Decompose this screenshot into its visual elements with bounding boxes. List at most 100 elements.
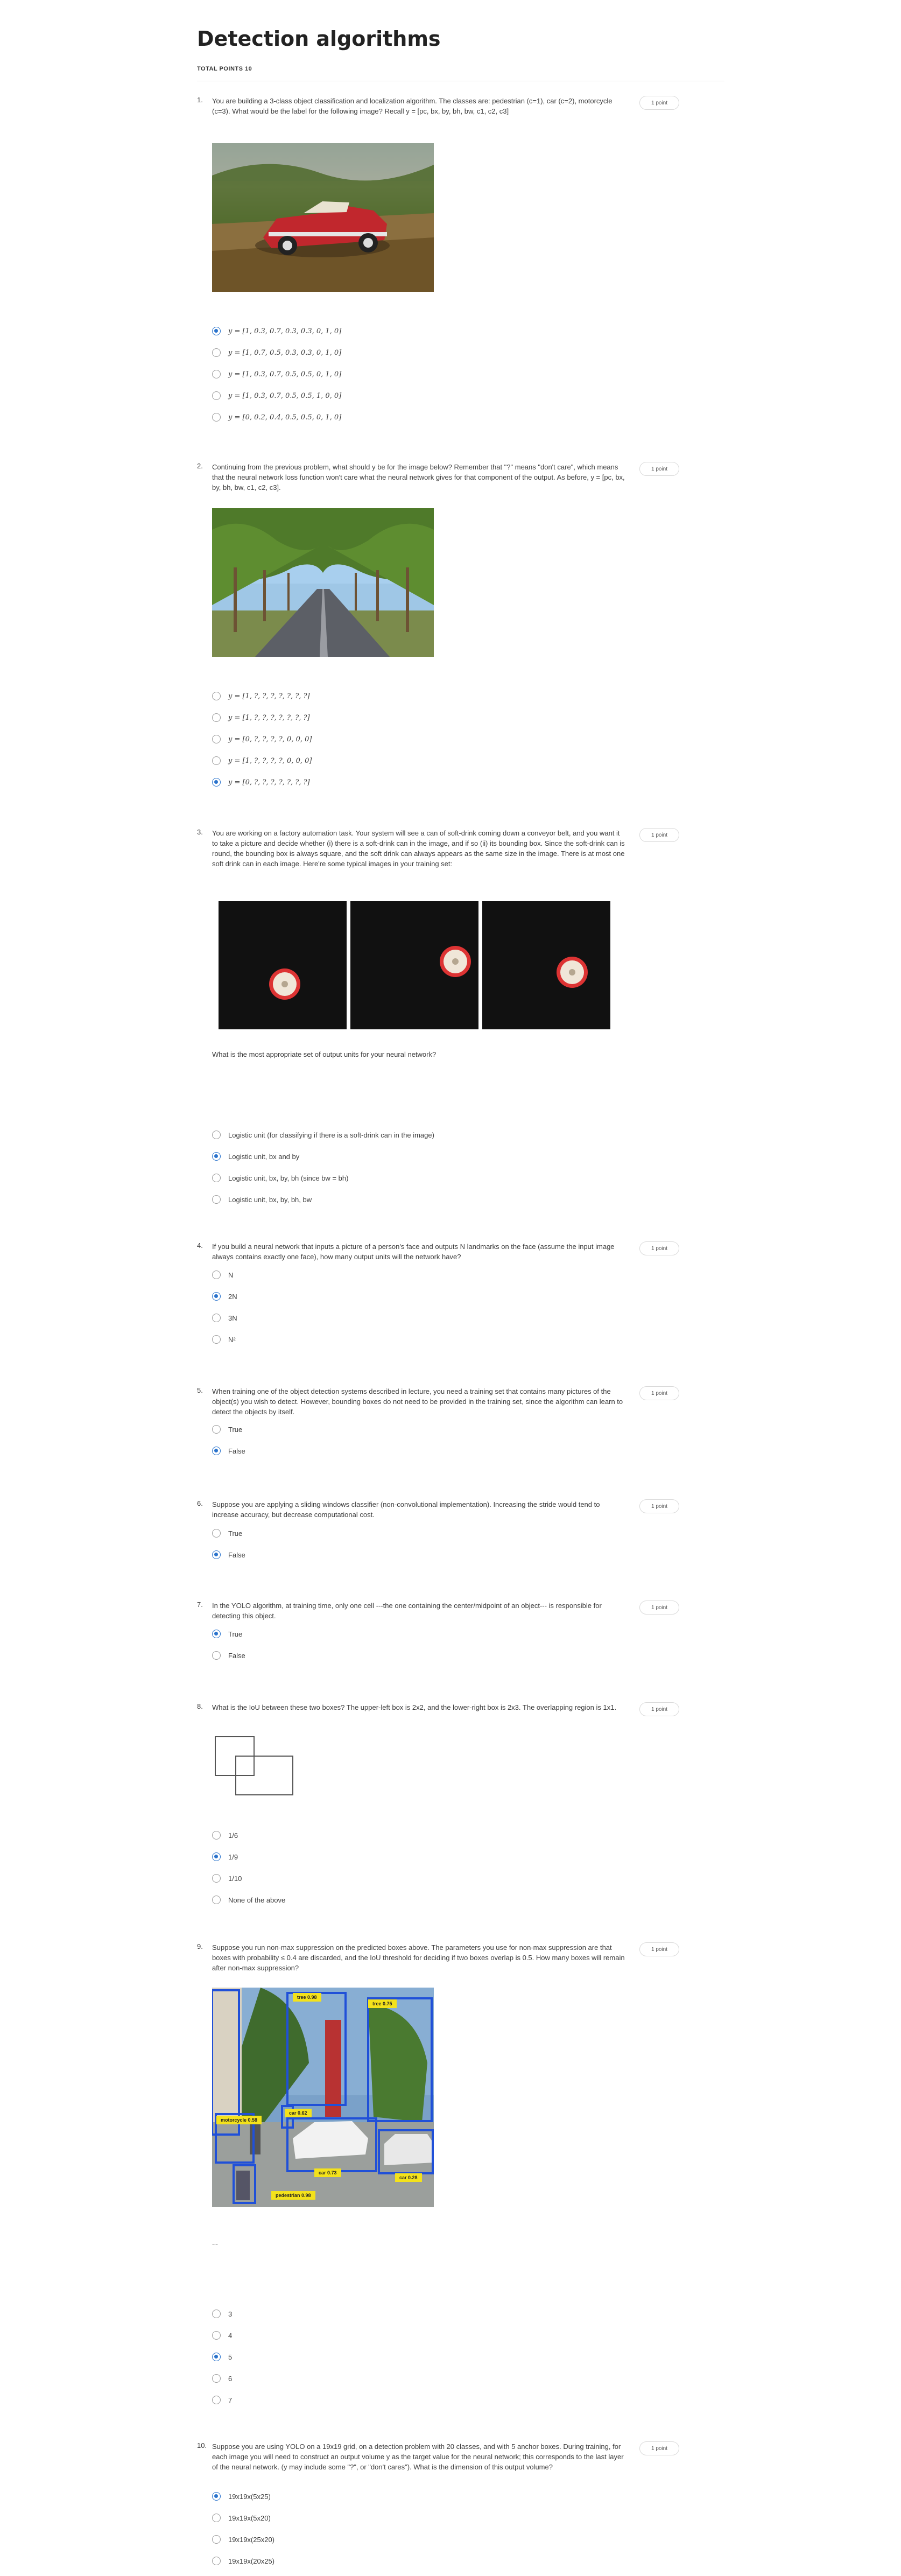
points-badge: 1 point bbox=[639, 1942, 679, 1956]
option-4[interactable]: 6 bbox=[212, 2372, 232, 2385]
question-number: 2. bbox=[197, 462, 203, 470]
option-4[interactable]: N² bbox=[212, 1333, 237, 1346]
option-label: 1/9 bbox=[228, 1852, 238, 1861]
radio-button[interactable] bbox=[212, 391, 221, 400]
radio-button[interactable] bbox=[212, 756, 221, 765]
option-2[interactable]: y = [1, ?, ?, ?, ?, ?, ?, ?] bbox=[212, 711, 312, 724]
option-1[interactable]: y = [1, 0.3, 0.7, 0.3, 0.3, 0, 1, 0] bbox=[212, 325, 341, 338]
option-1[interactable]: True bbox=[212, 1423, 245, 1436]
option-1[interactable]: True bbox=[212, 1627, 245, 1640]
radio-button[interactable] bbox=[212, 1314, 221, 1322]
radio-button[interactable] bbox=[212, 713, 221, 722]
option-2[interactable]: False bbox=[212, 1444, 245, 1457]
option-2[interactable]: 2N bbox=[212, 1290, 237, 1303]
option-2[interactable]: False bbox=[212, 1649, 245, 1662]
option-4[interactable]: y = [1, ?, ?, ?, ?, 0, 0, 0] bbox=[212, 754, 312, 767]
option-5[interactable]: y = [0, ?, ?, ?, ?, ?, ?, ?] bbox=[212, 776, 312, 789]
radio-button[interactable] bbox=[212, 735, 221, 743]
radio-button[interactable] bbox=[212, 1425, 221, 1434]
option-3[interactable]: y = [1, 0.3, 0.7, 0.5, 0.5, 0, 1, 0] bbox=[212, 368, 341, 381]
radio-button-selected[interactable] bbox=[212, 1550, 221, 1559]
option-1[interactable]: 1/6 bbox=[212, 1829, 285, 1842]
radio-button[interactable] bbox=[212, 1831, 221, 1840]
radio-button-selected[interactable] bbox=[212, 1447, 221, 1455]
points-badge: 1 point bbox=[639, 2441, 679, 2455]
red-vintage-car-photo bbox=[212, 143, 434, 292]
option-1[interactable]: Logistic unit (for classifying if there … bbox=[212, 1128, 434, 1141]
question-number: 1. bbox=[197, 96, 203, 104]
radio-button[interactable] bbox=[212, 2514, 221, 2522]
radio-button-selected[interactable] bbox=[212, 1630, 221, 1638]
question-text: In the YOLO algorithm, at training time,… bbox=[212, 1602, 602, 1620]
radio-button-selected[interactable] bbox=[212, 1852, 221, 1861]
option-4[interactable]: Logistic unit, bx, by, bh, bw bbox=[212, 1193, 434, 1206]
radio-button[interactable] bbox=[212, 1174, 221, 1182]
option-2[interactable]: 1/9 bbox=[212, 1850, 285, 1863]
radio-button[interactable] bbox=[212, 1529, 221, 1538]
radio-button[interactable] bbox=[212, 1195, 221, 1204]
question-text: Continuing from the previous problem, wh… bbox=[212, 463, 625, 492]
option-label: N bbox=[228, 1271, 234, 1279]
points-badge: 1 point bbox=[639, 1499, 679, 1513]
answer-options: 19x19x(5x25) 19x19x(5x20) 19x19x(25x20) … bbox=[212, 2490, 274, 2576]
radio-button-selected[interactable] bbox=[212, 778, 221, 787]
option-2[interactable]: 19x19x(5x20) bbox=[212, 2511, 274, 2524]
radio-button-selected[interactable] bbox=[212, 2492, 221, 2501]
radio-button[interactable] bbox=[212, 1335, 221, 1344]
option-3[interactable]: 3N bbox=[212, 1311, 237, 1324]
option-3[interactable]: 19x19x(25x20) bbox=[212, 2533, 274, 2546]
answer-options: True False bbox=[212, 1627, 245, 1670]
question-number: 3. bbox=[197, 828, 203, 836]
soft-drink-can-image-3 bbox=[482, 901, 610, 1029]
option-1[interactable]: True bbox=[212, 1527, 245, 1540]
question-text: When training one of the object detectio… bbox=[212, 1387, 623, 1416]
radio-button-selected[interactable] bbox=[212, 327, 221, 335]
points-badge: 1 point bbox=[639, 462, 679, 476]
option-3[interactable]: Logistic unit, bx, by, bh (since bw = bh… bbox=[212, 1171, 434, 1184]
option-2[interactable]: y = [1, 0.7, 0.5, 0.3, 0.3, 0, 1, 0] bbox=[212, 346, 341, 359]
radio-button-selected[interactable] bbox=[212, 1152, 221, 1161]
option-1[interactable]: y = [1, ?, ?, ?, ?, ?, ?, ?] bbox=[212, 690, 312, 703]
option-1[interactable]: 3 bbox=[212, 2307, 232, 2320]
question-text: What is the IoU between these two boxes?… bbox=[212, 1703, 617, 1711]
option-3[interactable]: y = [0, ?, ?, ?, ?, 0, 0, 0] bbox=[212, 733, 312, 746]
option-3[interactable]: 1/10 bbox=[212, 1872, 285, 1885]
option-5[interactable]: 7 bbox=[212, 2393, 232, 2406]
street-detection-photo: tree 0.98 tree 0.75 car 0.62 motorcycle … bbox=[212, 1988, 434, 2207]
radio-button[interactable] bbox=[212, 1271, 221, 1279]
radio-button[interactable] bbox=[212, 413, 221, 422]
detection-label: tree 0.98 bbox=[293, 1993, 321, 2002]
radio-button[interactable] bbox=[212, 2374, 221, 2383]
radio-button[interactable] bbox=[212, 1131, 221, 1139]
radio-button[interactable] bbox=[212, 692, 221, 700]
option-2[interactable]: 4 bbox=[212, 2329, 232, 2342]
answer-options: True False bbox=[212, 1423, 245, 1466]
option-4[interactable]: None of the above bbox=[212, 1893, 285, 1906]
option-label: False bbox=[228, 1651, 245, 1660]
option-5[interactable]: y = [0, 0.2, 0.4, 0.5, 0.5, 0, 1, 0] bbox=[212, 411, 341, 424]
detection-label: car 0.73 bbox=[314, 2168, 341, 2177]
points-badge: 1 point bbox=[639, 96, 679, 110]
radio-button[interactable] bbox=[212, 2557, 221, 2565]
option-2[interactable]: Logistic unit, bx and by bbox=[212, 1150, 434, 1163]
radio-button[interactable] bbox=[212, 2310, 221, 2318]
option-label: 1/6 bbox=[228, 1831, 238, 1840]
radio-button[interactable] bbox=[212, 2396, 221, 2404]
answer-options: True False bbox=[212, 1527, 245, 1570]
points-badge: 1 point bbox=[639, 828, 679, 842]
option-1[interactable]: N bbox=[212, 1268, 237, 1281]
option-2[interactable]: False bbox=[212, 1548, 245, 1561]
option-4[interactable]: 19x19x(20x25) bbox=[212, 2554, 274, 2567]
radio-button[interactable] bbox=[212, 370, 221, 378]
option-3[interactable]: 5 bbox=[212, 2350, 232, 2363]
radio-button[interactable] bbox=[212, 1651, 221, 1660]
radio-button[interactable] bbox=[212, 348, 221, 357]
radio-button-selected[interactable] bbox=[212, 1292, 221, 1301]
radio-button[interactable] bbox=[212, 2331, 221, 2340]
radio-button[interactable] bbox=[212, 1896, 221, 1904]
option-4[interactable]: y = [1, 0.3, 0.7, 0.5, 0.5, 1, 0, 0] bbox=[212, 389, 341, 402]
option-1[interactable]: 19x19x(5x25) bbox=[212, 2490, 274, 2503]
radio-button[interactable] bbox=[212, 1874, 221, 1883]
radio-button[interactable] bbox=[212, 2535, 221, 2544]
radio-button-selected[interactable] bbox=[212, 2353, 221, 2361]
